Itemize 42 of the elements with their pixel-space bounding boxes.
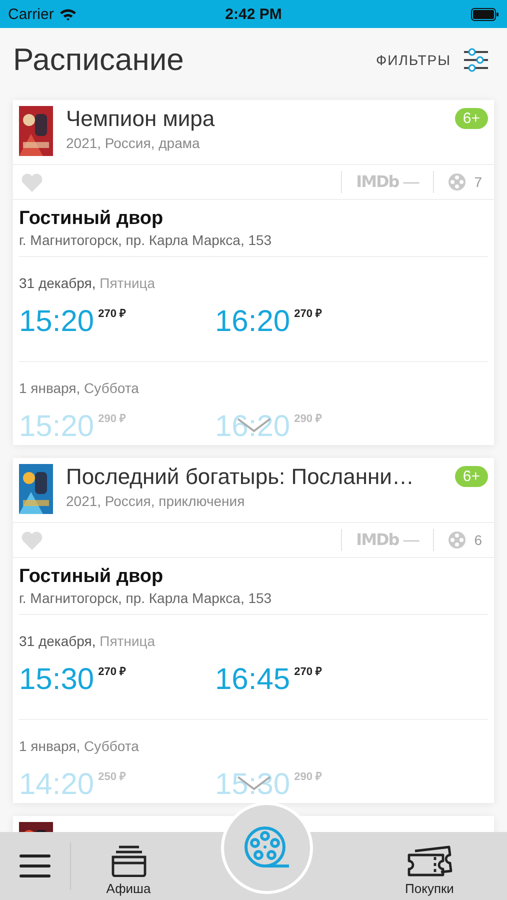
chevron-down-icon[interactable] [236,775,272,791]
session-date: 1 января, Суббота [19,380,139,396]
movie-info: 2021, Россия, приключения [66,493,246,510]
age-rating: 6+ [454,108,488,129]
sliders-icon [463,48,489,72]
movie-card[interactable]: Чемпион мира 2021, Россия, драма 6+ IMDb — 7 Гостиный двор г. Магнитогорск, пр. Карла Маркса, 153 31 декабря, Пятница 15:20$^{270 ₽}$ 16:20$^{270 ₽}$ 1 января, Суббота 15:20$^{290 ₽}$ 16:20$^{290 ₽}$ [13,100,494,445]
session-date: 31 декабря, Пятница [19,275,156,291]
cinema-count: 6 [474,532,482,548]
menu-icon [19,853,51,879]
movie-title[interactable]: Последний богатырь: Посланни… [66,464,442,490]
heart-icon[interactable] [21,530,43,550]
cinema-address: г. Магнитогорск, пр. Карла Маркса, 153 [19,232,273,248]
session-time[interactable]: 15:30$^{270 ₽}$ [19,663,215,697]
filters-button[interactable]: ФИЛЬТРЫ [376,48,489,72]
cinema-address: г. Магнитогорск, пр. Карла Маркса, 153 [19,590,273,606]
cinema-name[interactable]: Гостиный двор [19,566,488,588]
cinema-name[interactable]: Гостиный двор [19,208,488,230]
wifi-icon [58,8,77,20]
session-time[interactable]: 15:20$^{270 ₽}$ [19,305,215,339]
film-reel-icon [448,531,466,549]
posters-tab[interactable]: Афиша [71,844,186,896]
movie-title[interactable]: Чемпион мира [66,106,442,132]
imdb-rating: IMDb — [356,530,420,550]
carrier-name: Carrier [8,6,54,22]
heart-icon[interactable] [21,172,43,192]
clock: 2:42 PM [225,6,282,22]
movie-info: 2021, Россия, драма [66,135,201,152]
cinema-count: 7 [474,174,482,190]
session-time[interactable]: 16:45$^{270 ₽}$ [215,663,411,697]
stack-icon [110,844,146,876]
ticket-icon [406,844,452,876]
purchases-tab[interactable]: Покупки [372,844,487,896]
movie-card[interactable] [13,458,494,803]
film-reel-icon [448,173,466,191]
imdb-rating: IMDb — [356,172,420,192]
chevron-down-icon[interactable] [236,417,272,433]
battery-icon [470,8,499,20]
page-title: Расписание [13,42,184,78]
age-rating: 6+ [454,466,488,487]
session-date: 1 января, Суббота [19,738,139,754]
session-date: 31 декабря, Пятница [19,633,156,649]
session-time[interactable]: 16:20$^{270 ₽}$ [215,305,411,339]
